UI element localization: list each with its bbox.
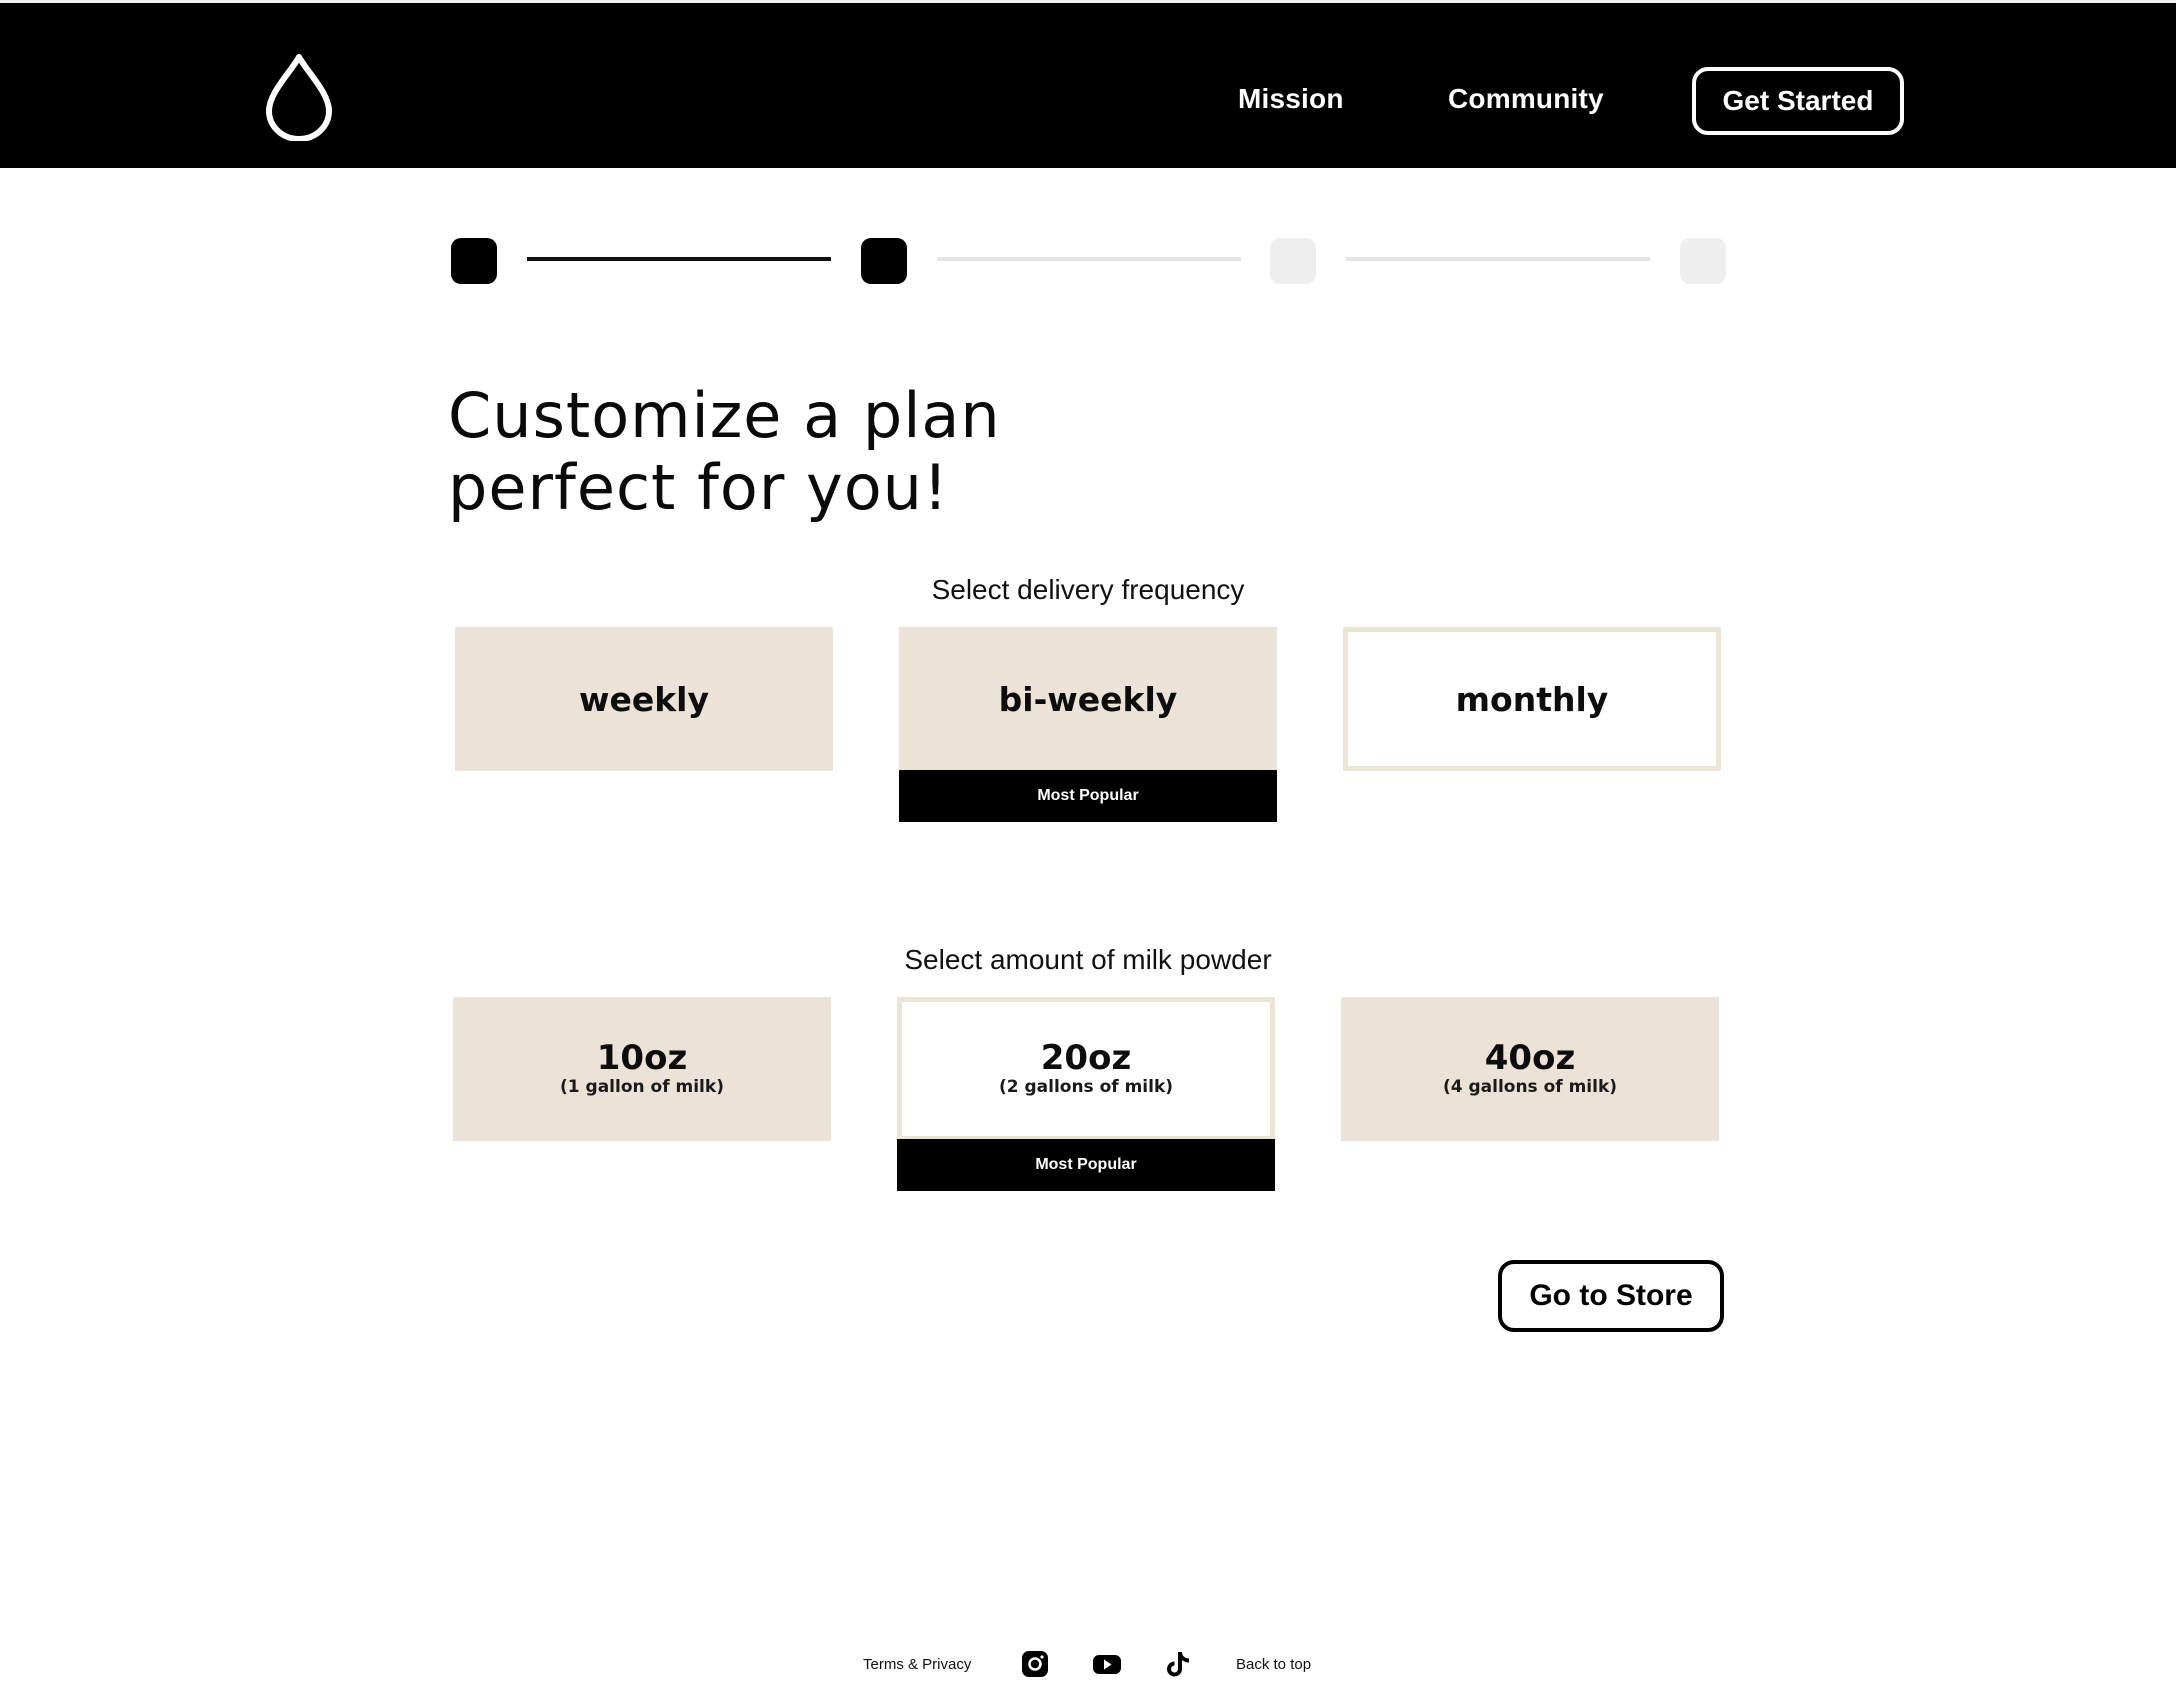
- option-sublabel: (1 gallon of milk): [560, 1077, 724, 1097]
- step-1-indicator: [451, 238, 497, 284]
- frequency-option-biweekly[interactable]: bi-weekly: [899, 627, 1277, 771]
- frequency-option-weekly[interactable]: weekly: [455, 627, 833, 771]
- step-4-indicator: [1680, 238, 1726, 284]
- most-popular-badge: Most Popular: [897, 1139, 1275, 1191]
- page-title-line-2: perfect for you!: [448, 451, 949, 524]
- option-sublabel: (4 gallons of milk): [1442, 1077, 1618, 1097]
- option-label: bi-weekly: [998, 679, 1178, 719]
- tiktok-icon[interactable]: [1164, 1650, 1194, 1678]
- step-2-indicator: [861, 238, 907, 284]
- option-label: weekly: [578, 679, 710, 719]
- water-drop-icon[interactable]: [264, 51, 334, 141]
- page-title: Customize a plan perfect for you!: [448, 380, 1001, 524]
- option-sublabel: (2 gallons of milk): [998, 1077, 1174, 1097]
- page-title-line-1: Customize a plan: [448, 379, 1001, 452]
- amount-option-40oz[interactable]: 40oz (4 gallons of milk): [1341, 997, 1719, 1141]
- step-3-indicator: [1270, 238, 1316, 284]
- most-popular-badge: Most Popular: [899, 770, 1277, 822]
- option-label: 10oz: [596, 1038, 688, 1078]
- amount-section-label: Select amount of milk powder: [904, 944, 1272, 975]
- option-label: 20oz: [1040, 1038, 1132, 1078]
- option-label: 40oz: [1484, 1038, 1576, 1078]
- nav-community[interactable]: Community: [1448, 83, 1604, 115]
- step-connector-3: [1346, 257, 1650, 261]
- option-label: monthly: [1455, 679, 1609, 719]
- back-to-top-link[interactable]: Back to top: [1236, 1656, 1311, 1673]
- go-to-store-button[interactable]: Go to Store: [1498, 1260, 1724, 1332]
- step-connector-1: [527, 257, 831, 261]
- site-header: Mission Community Get Started: [0, 0, 2176, 168]
- frequency-section-label: Select delivery frequency: [931, 574, 1245, 605]
- amount-option-10oz[interactable]: 10oz (1 gallon of milk): [453, 997, 831, 1141]
- youtube-icon[interactable]: [1092, 1650, 1122, 1678]
- terms-privacy-link[interactable]: Terms & Privacy: [863, 1656, 971, 1673]
- step-connector-2: [937, 257, 1241, 261]
- frequency-option-monthly[interactable]: monthly: [1343, 627, 1721, 771]
- nav-mission[interactable]: Mission: [1238, 83, 1344, 115]
- amount-option-20oz[interactable]: 20oz (2 gallons of milk): [897, 997, 1275, 1141]
- instagram-icon[interactable]: [1020, 1650, 1050, 1678]
- get-started-button[interactable]: Get Started: [1692, 67, 1904, 135]
